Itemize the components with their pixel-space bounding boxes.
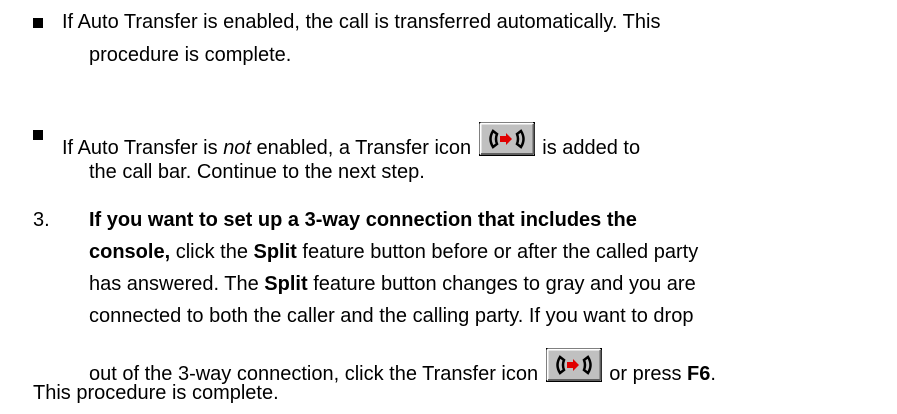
text: enabled, a Transfer icon	[251, 137, 477, 159]
split-label: Split	[253, 241, 297, 263]
bullet-2-line-1: If Auto Transfer is not enabled, a Trans…	[62, 122, 640, 160]
bold-lead: console,	[89, 241, 171, 263]
split-label: Split	[264, 273, 308, 295]
bullet-marker	[33, 18, 43, 28]
emphasis-not: not	[223, 137, 251, 159]
step-3-line-2: console, click the Split feature button …	[89, 240, 698, 264]
step-number: 3.	[33, 209, 50, 231]
f6-key: F6	[687, 363, 711, 385]
text: feature button before or after the calle…	[296, 241, 699, 263]
step-3-line-1: If you want to set up a 3-way connection…	[89, 208, 637, 232]
step-3-line-6: This procedure is complete.	[33, 382, 279, 404]
bullet-1-line-2: procedure is complete.	[89, 44, 292, 66]
step-3-line-3: has answered. The Split feature button c…	[89, 272, 696, 296]
text: or press	[603, 363, 688, 385]
transfer-icon	[545, 348, 602, 382]
bullet-marker	[33, 130, 43, 140]
text: click the	[170, 241, 254, 263]
text: has answered. The	[89, 273, 265, 295]
text: .	[710, 363, 716, 385]
bold-lead: If you want to set up a 3-way connection…	[89, 209, 637, 231]
text: is added to	[536, 137, 641, 159]
step-3-line-4: connected to both the caller and the cal…	[89, 305, 694, 327]
bullet-2-line-2: the call bar. Continue to the next step.	[89, 161, 425, 183]
text: If Auto Transfer is	[62, 137, 224, 159]
bullet-1-line-1: If Auto Transfer is enabled, the call is…	[62, 11, 661, 33]
transfer-icon	[478, 122, 535, 156]
text: feature button changes to gray and you a…	[307, 273, 696, 295]
